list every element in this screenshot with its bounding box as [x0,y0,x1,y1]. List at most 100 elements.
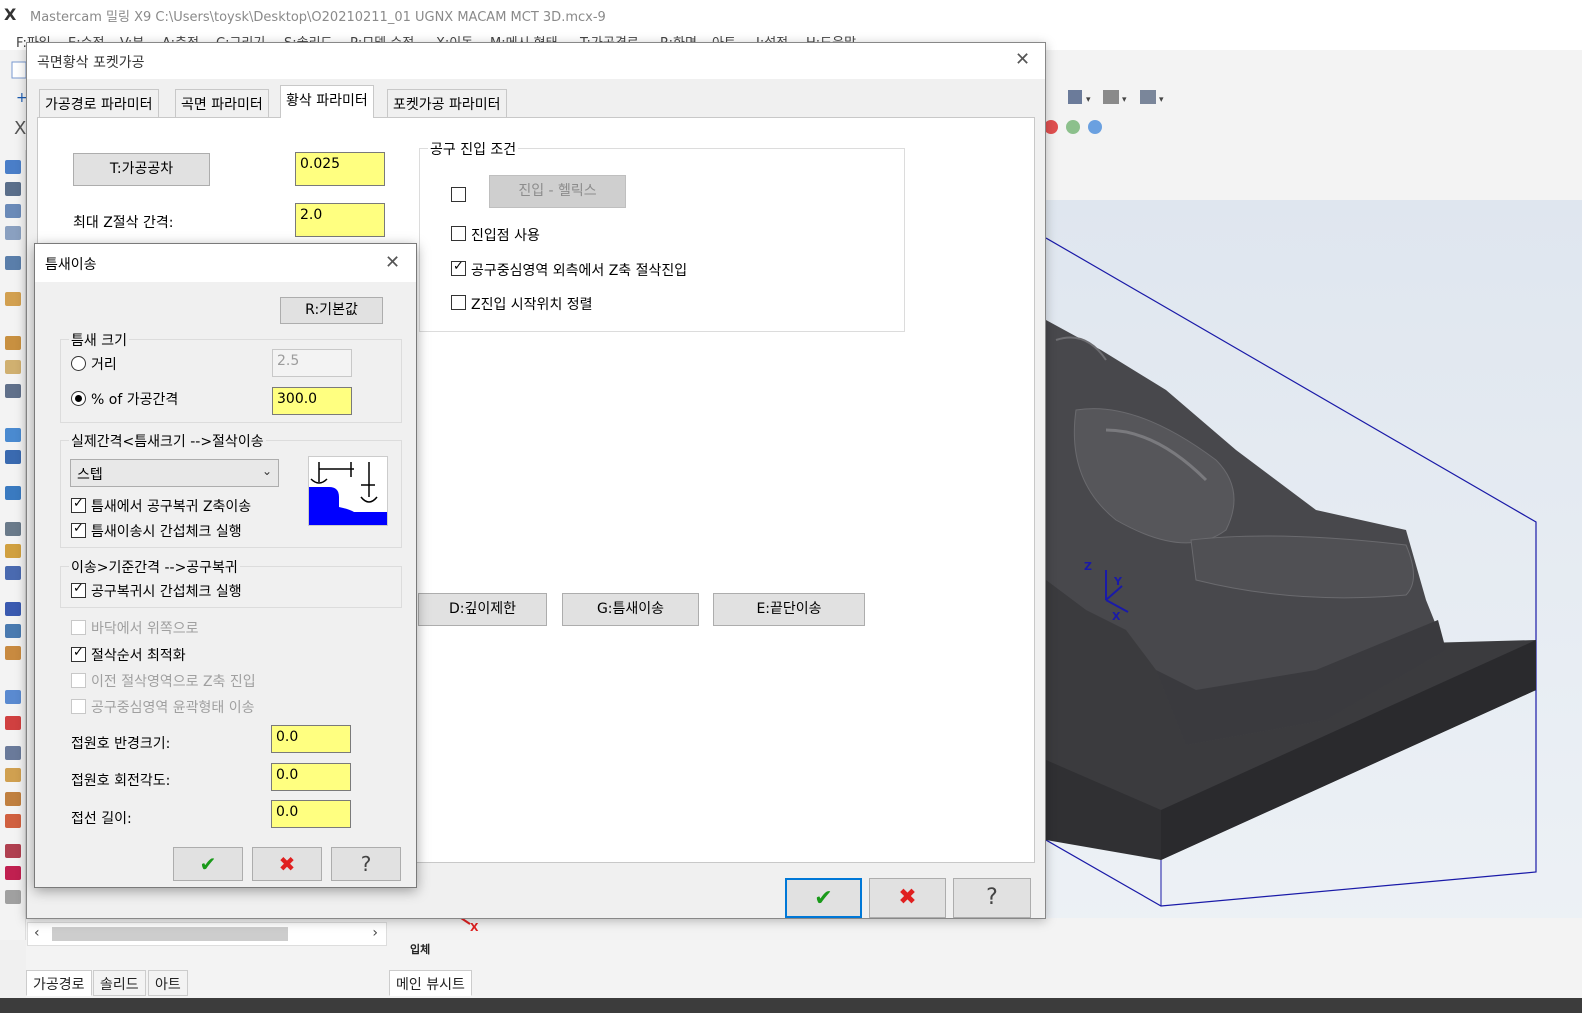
entry-point-checkbox[interactable] [451,226,466,241]
cancel-button[interactable]: ✖ [869,878,946,918]
graphics-viewport[interactable]: Z Y X [1046,200,1582,1000]
rail-tool-icon[interactable] [5,336,21,350]
help-button[interactable]: ? [953,878,1031,918]
rail-tool-icon[interactable] [5,602,21,616]
depth-limit-button[interactable]: D:깊이제한 [418,593,547,626]
rail-tool-icon[interactable] [5,182,21,196]
rail-tool-icon[interactable] [5,204,21,218]
percent-stepover-label: % of 가공간격 [91,392,179,408]
tab-main-viewsheet[interactable]: 메인 뷰시트 [389,970,472,996]
scroll-thumb[interactable] [52,927,288,941]
gap-motion-select[interactable]: 스텝 ⌄ [70,459,279,487]
rail-tool-icon[interactable] [5,544,21,558]
x-icon: ✖ [898,885,917,910]
chevron-down-icon: ⌄ [261,464,272,478]
ok-button[interactable]: ✔ [785,878,862,918]
scroll-right-icon[interactable]: › [372,925,378,941]
view-name-label: 입체 [410,943,431,956]
rail-tool-icon[interactable] [5,646,21,660]
cancel-button[interactable]: ✖ [252,847,322,881]
gap-settings-button[interactable]: G:틈새이송 [562,593,699,626]
helix-button[interactable]: 진입 - 헬릭스 [489,175,626,208]
gap-gouge-check-label: 틈새이송시 간섭체크 실행 [91,524,242,540]
rail-tool-icon[interactable] [5,792,21,806]
rail-tool-icon[interactable] [5,292,21,306]
reset-defaults-button[interactable]: R:기본값 [280,297,383,324]
retract-z-checkbox[interactable] [71,496,86,513]
rail-tool-icon[interactable] [5,844,21,858]
tab-art[interactable]: 아트 [148,970,188,996]
mastercam-logo-icon: X [4,5,17,24]
close-icon[interactable]: ✕ [1015,49,1030,70]
rail-tool-icon[interactable] [5,160,21,174]
rail-tool-icon[interactable] [5,814,21,828]
rail-tool-icon[interactable] [5,486,21,500]
contour-move-checkbox[interactable] [71,699,86,714]
x-icon: ✖ [278,852,296,876]
rail-tool-icon[interactable] [5,624,21,638]
gap-size-title: 틈새 크기 [69,330,129,350]
bottom-up-checkbox[interactable] [71,620,86,635]
close-icon[interactable]: ✕ [385,252,400,273]
percent-stepover-radio[interactable] [71,391,86,406]
horizontal-scrollbar[interactable]: ‹ › [27,922,387,946]
gap-settings-dialog: 틈새이송 ✕ R:기본값 틈새 크기 거리 2.5 % of 가공간격 300.… [34,243,417,888]
tolerance-input[interactable]: 0.025 [295,152,385,186]
tab-pocket-parameters[interactable]: 포켓가공 파라미터 [387,89,507,117]
rail-tool-icon[interactable] [5,428,21,442]
arc-sweep-input[interactable]: 0.0 [271,763,351,791]
arc-radius-label: 접원호 반경크기: [71,736,171,752]
contour-move-label: 공구중심영역 윤곽형태 이송 [91,700,255,716]
gap-gouge-check-checkbox[interactable] [71,521,86,538]
rail-tool-icon[interactable] [5,566,21,580]
rail-tool-icon[interactable] [5,226,21,240]
rail-tool-icon[interactable] [5,746,21,760]
question-icon: ? [360,852,372,876]
tab-rough-parameters[interactable]: 황삭 파라미터 [280,85,374,118]
outside-z-entry-checkbox[interactable] [451,259,466,276]
prev-region-entry-label: 이전 절삭영역으로 Z축 진입 [91,674,256,690]
rail-tool-icon[interactable] [5,384,21,398]
distance-label: 거리 [91,357,117,373]
entry-options-group: 공구 진입 조건 진입 - 헬릭스 진입점 사용 공구중심영역 외측에서 Z축 … [419,139,905,332]
gap-motion-value: 스텝 [77,467,103,483]
rail-tool-icon[interactable] [5,450,21,464]
rail-tool-icon[interactable] [5,716,21,730]
distance-radio[interactable] [71,356,86,371]
max-z-step-input[interactable]: 2.0 [295,203,385,237]
rail-tool-icon[interactable] [5,768,21,782]
tab-solids[interactable]: 솔리드 [93,970,146,996]
rail-tool-icon[interactable] [5,256,21,270]
percent-stepover-input[interactable]: 300.0 [272,387,352,415]
tab-toolpaths[interactable]: 가공경로 [26,970,92,996]
entry-point-label: 진입점 사용 [471,228,540,244]
gap-dialog-title: 틈새이송 [45,257,97,273]
arc-radius-input[interactable]: 0.0 [271,725,351,753]
prev-region-entry-checkbox[interactable] [71,673,86,688]
rail-tool-icon[interactable] [5,522,21,536]
bottom-up-label: 바닥에서 위쪽으로 [91,621,199,637]
svg-text:X: X [470,921,479,934]
axis-y-label: Y [1113,575,1123,588]
helix-checkbox[interactable] [451,187,466,202]
tab-surface-parameters[interactable]: 곡면 파라미터 [175,89,269,117]
rail-tool-icon[interactable] [5,866,21,880]
tolerance-button[interactable]: T:가공공차 [73,153,210,186]
dialog-title: 곡면황삭 포켓가공 [37,55,145,71]
check-icon: ✔ [814,886,833,911]
tab-toolpath-parameters[interactable]: 가공경로 파라미터 [39,89,159,117]
app-titlebar: X Mastercam 밀링 X9 C:\Users\toysk\Desktop… [0,0,1582,30]
tangent-length-input[interactable]: 0.0 [271,800,351,828]
ok-button[interactable]: ✔ [173,847,243,881]
scroll-left-icon[interactable]: ‹ [34,925,40,941]
distance-input[interactable]: 2.5 [272,349,352,377]
rail-tool-icon[interactable] [5,690,21,704]
rail-tool-icon[interactable] [5,890,21,904]
help-button[interactable]: ? [331,847,401,881]
retract-gouge-check-checkbox[interactable] [71,581,86,598]
rail-tool-icon[interactable] [5,360,21,374]
svg-text:▾: ▾ [1122,95,1127,105]
optimize-order-checkbox[interactable] [71,645,86,662]
z-start-sort-checkbox[interactable] [451,295,466,310]
edge-settings-button[interactable]: E:끝단이송 [713,593,865,626]
